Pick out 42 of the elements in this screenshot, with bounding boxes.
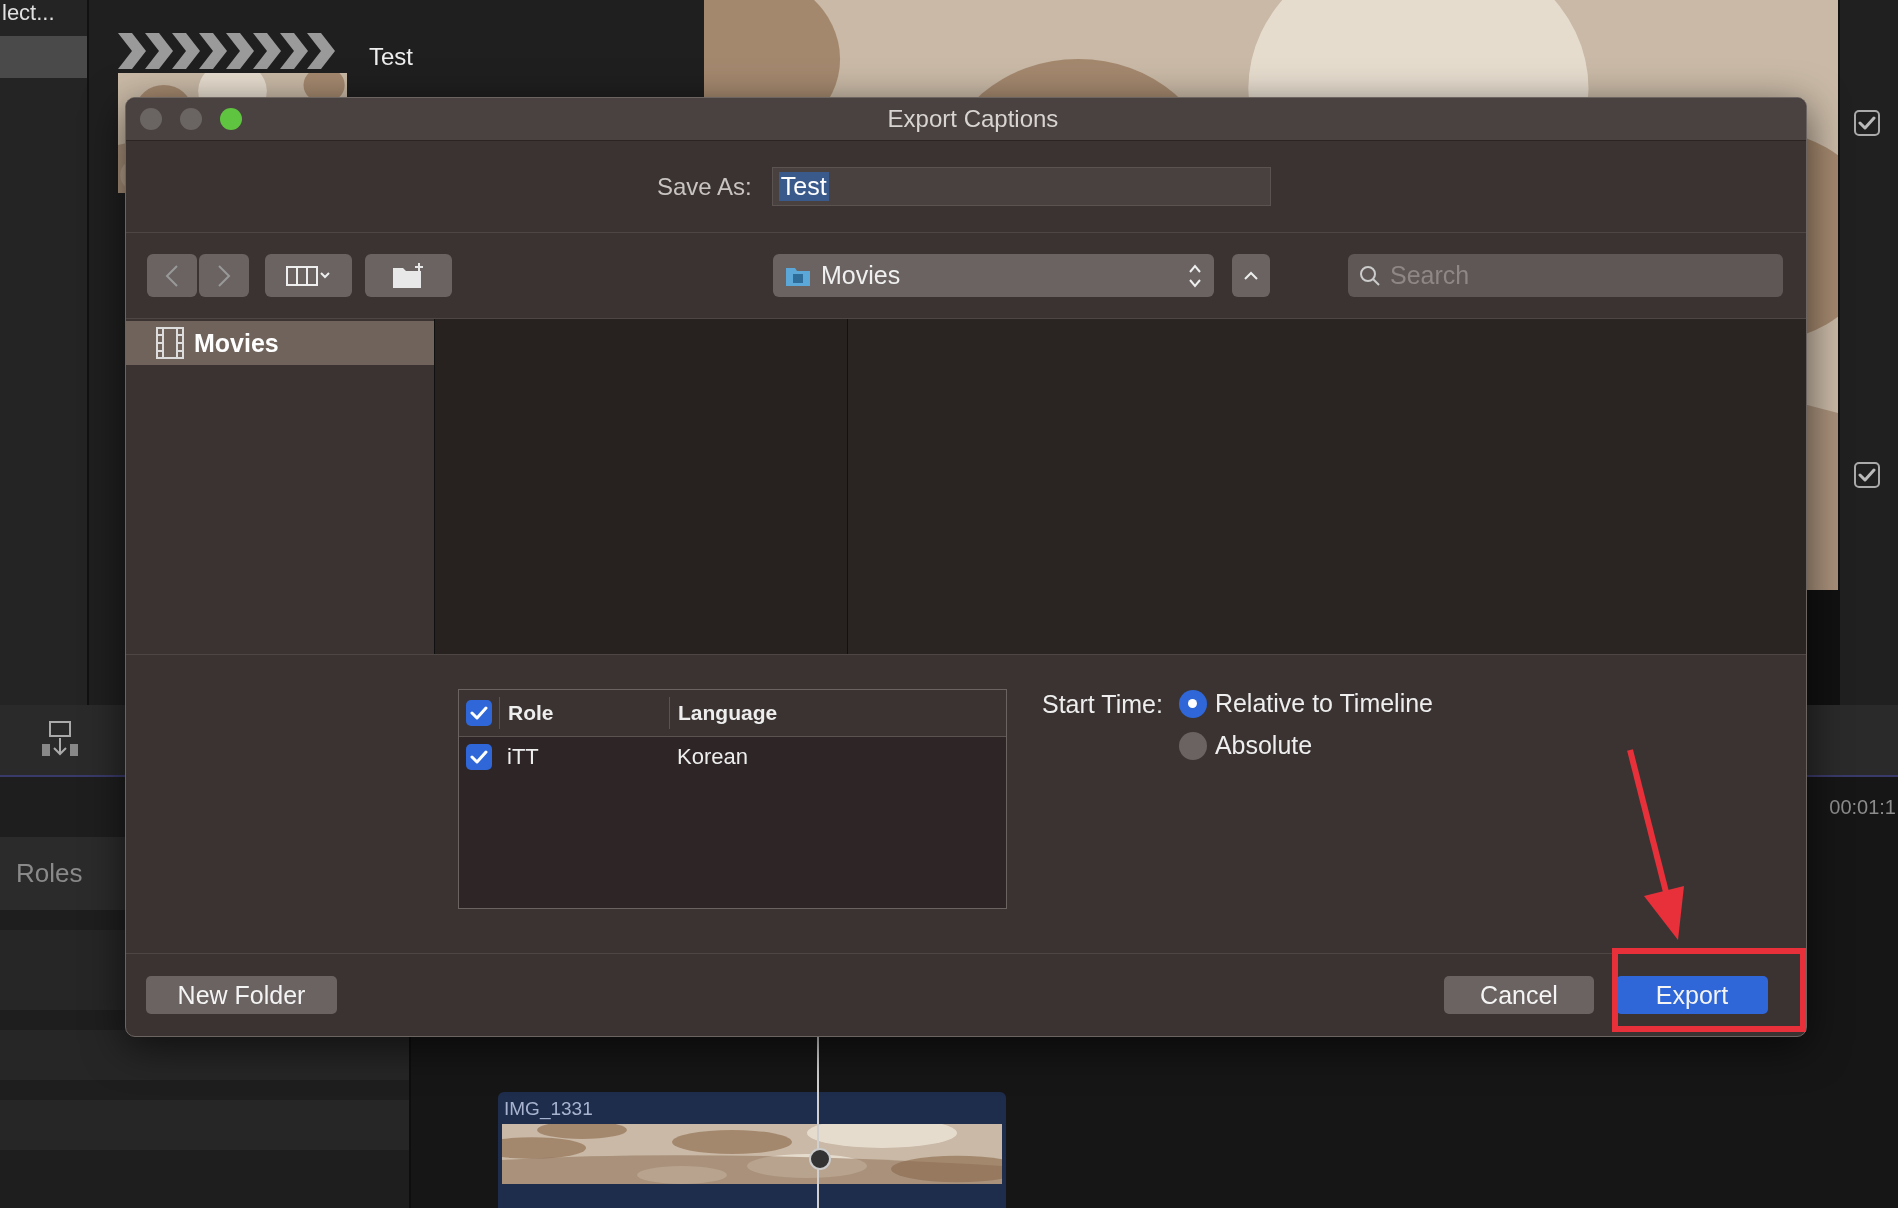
window-control[interactable] bbox=[220, 108, 242, 130]
radio-button[interactable] bbox=[1178, 731, 1207, 760]
new-folder-button[interactable]: New Folder bbox=[146, 976, 337, 1014]
chevron-up-icon bbox=[1243, 270, 1259, 281]
row-checkbox[interactable] bbox=[466, 744, 492, 770]
window-title: Export Captions bbox=[887, 105, 1059, 133]
chevron-left-icon bbox=[165, 263, 179, 288]
inspector-checkbox[interactable] bbox=[1854, 462, 1880, 488]
clip-title: Test bbox=[369, 43, 413, 71]
library-item[interactable]: lect... bbox=[2, 0, 55, 26]
checkmark-icon bbox=[1858, 116, 1876, 130]
file-name: Test bbox=[778, 172, 829, 201]
select-all-checkbox[interactable] bbox=[466, 700, 492, 726]
checkmark-icon bbox=[470, 706, 488, 720]
new-folder-icon-button[interactable] bbox=[365, 254, 452, 297]
timeline-clip[interactable]: IMG_1331 bbox=[498, 1092, 1006, 1208]
radio-button[interactable] bbox=[1178, 689, 1207, 718]
inspector-checkbox[interactable] bbox=[1854, 110, 1880, 136]
table-cell-text: iTT bbox=[506, 744, 540, 770]
checkmark-icon bbox=[1858, 468, 1876, 482]
radio-option[interactable]: Absolute bbox=[1178, 731, 1434, 760]
checkmark-icon bbox=[470, 750, 488, 764]
view-button[interactable] bbox=[265, 254, 352, 297]
columns-icon bbox=[285, 264, 332, 287]
chevron-right-icon bbox=[217, 263, 231, 288]
clip-name: IMG_1331 bbox=[503, 1098, 594, 1120]
save-as-label: Save As: bbox=[657, 172, 752, 201]
cancel-button[interactable]: Cancel bbox=[1444, 976, 1594, 1014]
film-icon bbox=[156, 327, 184, 359]
location-popup[interactable]: Movies bbox=[773, 254, 1214, 297]
column-header[interactable]: Language bbox=[669, 697, 989, 729]
search-icon bbox=[1358, 264, 1382, 288]
radio-option[interactable]: Relative to Timeline bbox=[1178, 689, 1434, 718]
table-cell-text: Korean bbox=[676, 744, 749, 770]
save-as-field[interactable]: Test bbox=[771, 167, 1271, 206]
start-time-label: Start Time: bbox=[1042, 689, 1163, 720]
column-header[interactable]: Role bbox=[499, 697, 669, 729]
export-button[interactable]: Export bbox=[1616, 976, 1768, 1014]
updown-icon bbox=[1188, 262, 1202, 289]
sidebar-item[interactable]: Movies bbox=[126, 321, 434, 365]
timecode: 00:01:1 bbox=[1829, 795, 1896, 819]
collapse-button[interactable] bbox=[1232, 254, 1270, 297]
